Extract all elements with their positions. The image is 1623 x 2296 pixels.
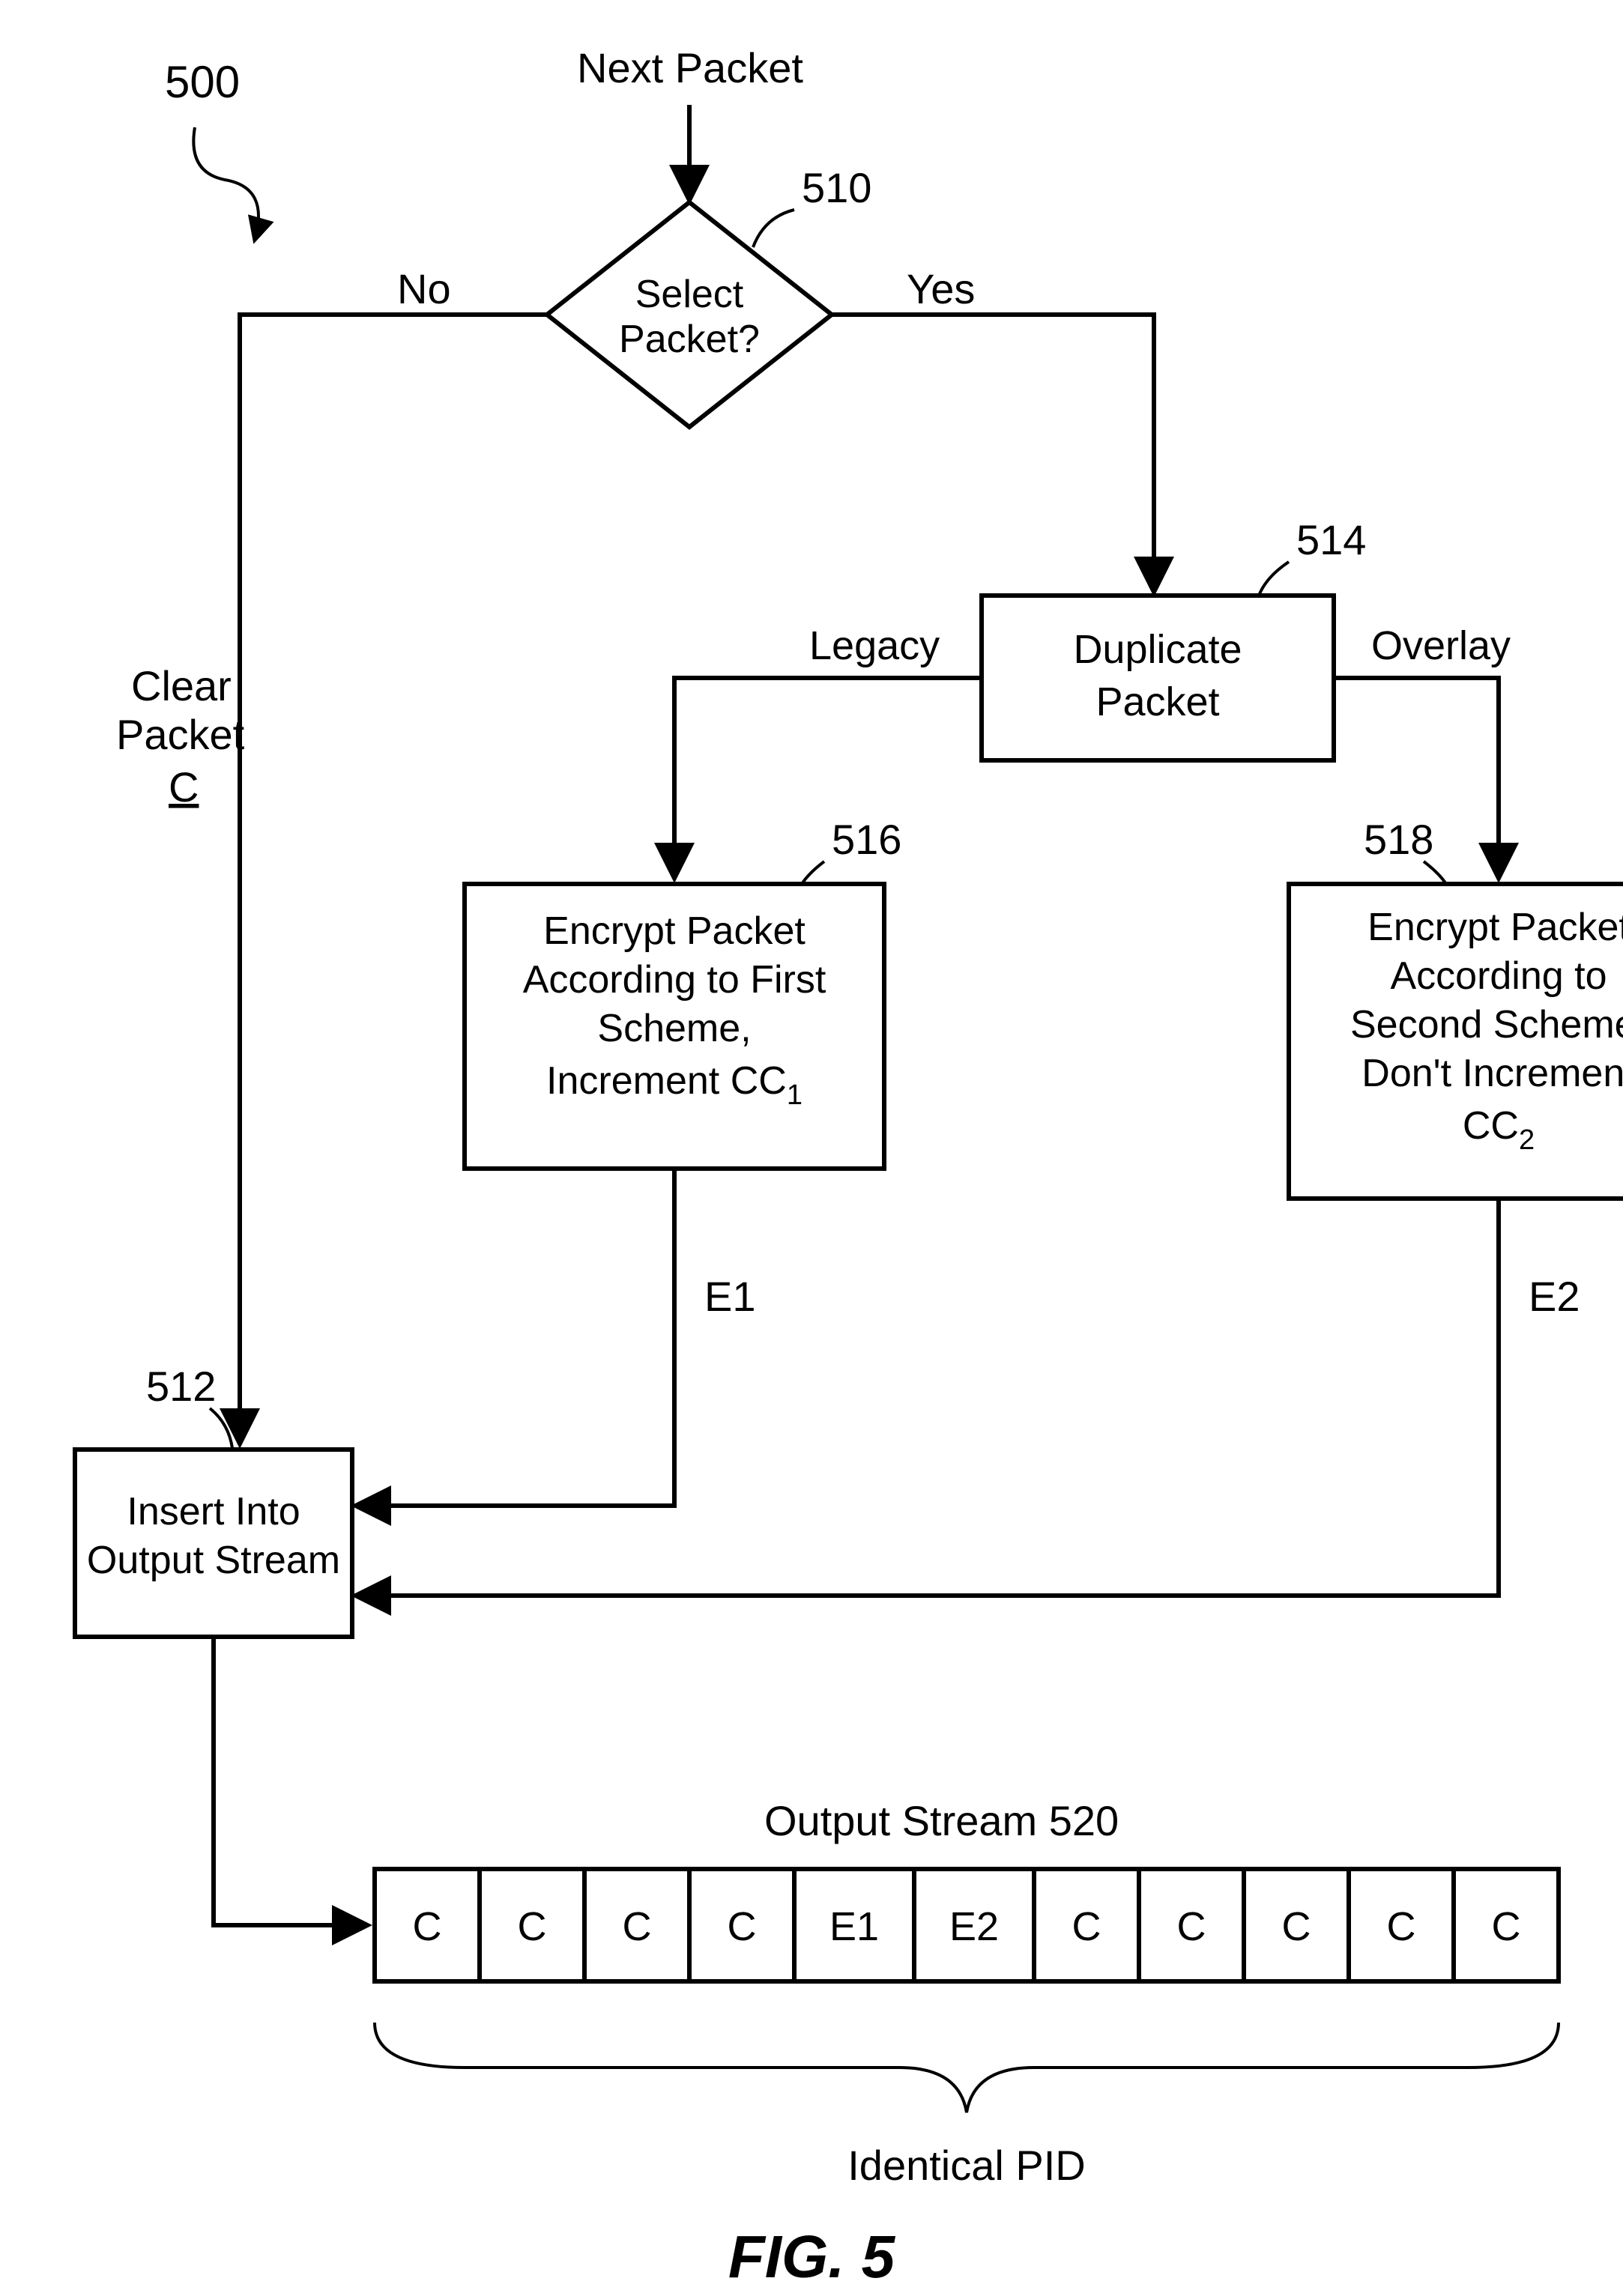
path-legacy <box>674 678 982 876</box>
ref-500: 500 <box>165 57 240 107</box>
clear-packet-l1: Clear <box>131 662 232 709</box>
clear-packet-l3: C <box>169 763 199 811</box>
svg-text:C: C <box>1387 1904 1416 1949</box>
svg-text:C: C <box>413 1904 442 1949</box>
b518-l2: According to <box>1390 954 1607 998</box>
svg-text:C: C <box>1072 1904 1101 1949</box>
decision-line1: Select <box>635 273 744 316</box>
overlay-label: Overlay <box>1371 623 1511 668</box>
ref-514-leader <box>1259 562 1289 596</box>
svg-text:C: C <box>1177 1904 1206 1949</box>
b518-l1: Encrypt Packet <box>1367 906 1623 949</box>
b516-l1: Encrypt Packet <box>543 909 806 953</box>
insert-l2: Output Stream <box>87 1539 340 1582</box>
insert-l1: Insert Into <box>127 1490 300 1533</box>
svg-text:E1: E1 <box>829 1904 879 1949</box>
svg-text:C: C <box>518 1904 547 1949</box>
ref-516: 516 <box>832 816 901 863</box>
b518-l4: Don't Increment <box>1361 1052 1623 1095</box>
ref-510: 510 <box>802 164 871 211</box>
no-label: No <box>397 265 451 312</box>
svg-text:E2: E2 <box>949 1904 999 1949</box>
e2-label: E2 <box>1529 1273 1580 1320</box>
path-e2 <box>357 1199 1499 1596</box>
ref-512-leader <box>210 1408 232 1448</box>
path-e1 <box>357 1169 674 1506</box>
yes-label: Yes <box>907 265 975 312</box>
ref-512: 512 <box>146 1363 216 1410</box>
box-duplicate-packet <box>982 596 1334 760</box>
b518-l3: Second Scheme, <box>1350 1003 1623 1046</box>
svg-text:C: C <box>1282 1904 1311 1949</box>
ref-518-leader <box>1424 861 1446 884</box>
ref-514: 514 <box>1296 516 1366 563</box>
output-stream-title: Output Stream 520 <box>764 1797 1119 1844</box>
clear-packet-l2: Packet <box>116 711 245 758</box>
dup-l2: Packet <box>1095 679 1219 724</box>
b516-l3: Scheme, <box>597 1007 751 1050</box>
legacy-label: Legacy <box>809 623 940 668</box>
ref-516-leader <box>802 861 824 884</box>
path-to-output <box>214 1637 366 1925</box>
e1-label: E1 <box>704 1273 756 1320</box>
brace-icon <box>375 2023 1559 2112</box>
dup-l1: Duplicate <box>1073 627 1242 672</box>
path-yes <box>832 315 1154 590</box>
svg-text:C: C <box>623 1904 652 1949</box>
b516-l2: According to First <box>523 958 826 1002</box>
identical-pid-label: Identical PID <box>847 2142 1086 2189</box>
ref-500-arrow <box>193 127 259 240</box>
svg-text:C: C <box>728 1904 757 1949</box>
path-no <box>240 315 547 1442</box>
svg-text:C: C <box>1492 1904 1521 1949</box>
next-packet-label: Next Packet <box>577 44 803 91</box>
ref-518: 518 <box>1364 816 1433 863</box>
ref-510-leader <box>753 210 794 247</box>
decision-line2: Packet? <box>619 318 760 361</box>
figure-caption: FIG. 5 <box>728 2223 896 2290</box>
output-stream-cells: C C C C E1 E2 C C C C C <box>375 1869 1559 1981</box>
